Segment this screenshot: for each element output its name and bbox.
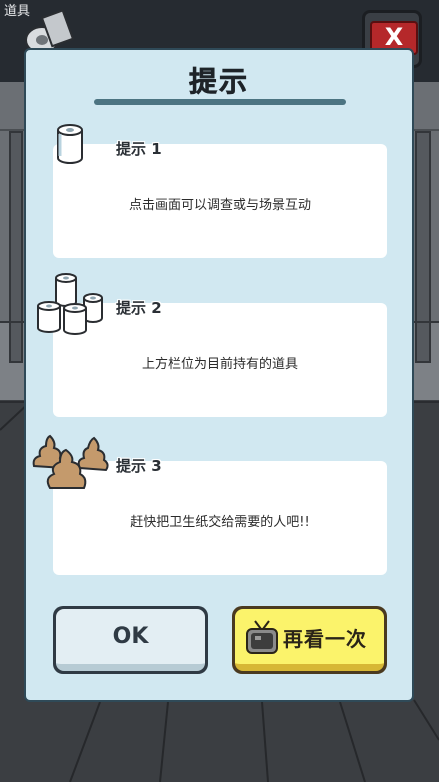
hint-label-2: 提示 2	[116, 299, 162, 317]
title-underline	[94, 99, 346, 105]
single-paper-roll-icon	[57, 124, 83, 164]
tv-icon	[246, 620, 278, 654]
hint-dialog: 提示 点击画面可以调查或与场景互动 提示 1 上方栏位为目前持有的道具 提示 2…	[24, 48, 414, 702]
hint-text-1: 点击画面可以调查或与场景互动	[128, 198, 311, 213]
hint-card-1: 点击画面可以调查或与场景互动	[53, 144, 387, 258]
hint-text-3: 赶快把卫生纸交给需要的人吧!!	[130, 515, 310, 530]
ok-button-label: OK	[56, 609, 205, 671]
watch-again-label: 再看一次	[283, 627, 367, 651]
dialog-title: 提示	[188, 65, 249, 99]
hint-label-1: 提示 1	[116, 140, 162, 158]
poop-pile-icon	[32, 434, 109, 489]
ok-button[interactable]: OK	[53, 606, 208, 674]
stacked-paper-rolls-icon	[37, 273, 103, 335]
hint-label-3: 提示 3	[116, 457, 162, 475]
watch-again-button[interactable]: 再看一次	[232, 606, 387, 674]
hint-text-2: 上方栏位为目前持有的道具	[141, 357, 298, 372]
watch-again-face: 再看一次	[235, 609, 384, 671]
